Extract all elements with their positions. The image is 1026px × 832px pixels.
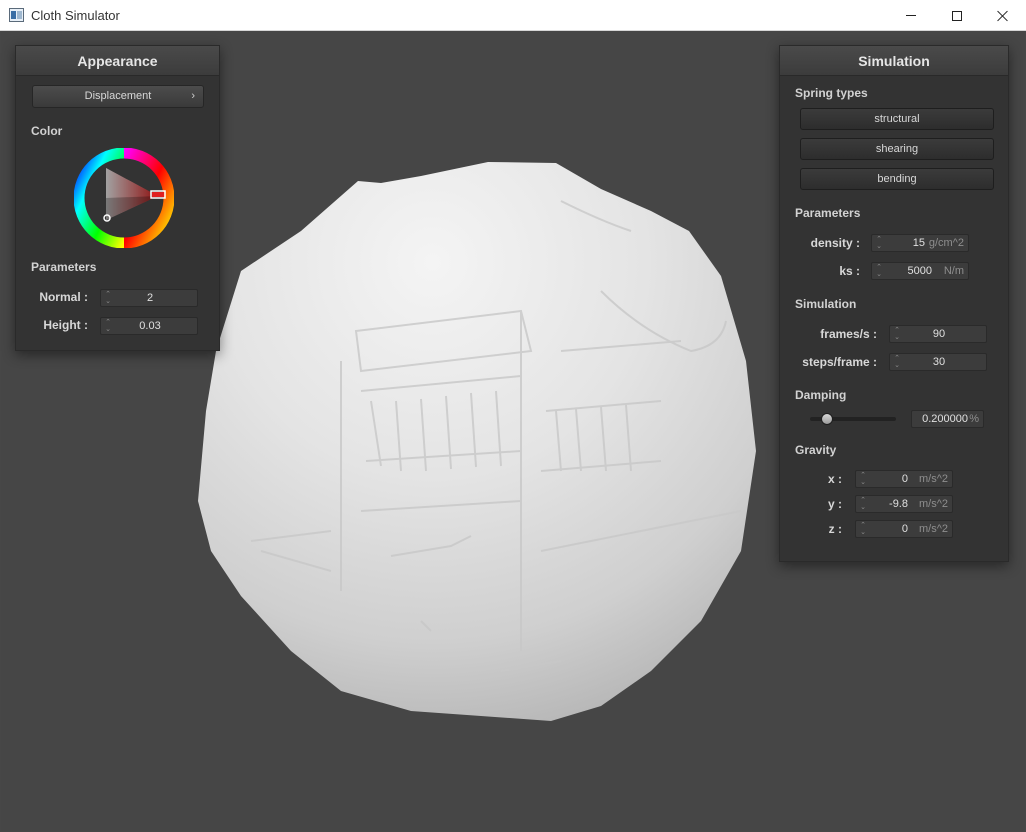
appearance-panel-title[interactable]: Appearance bbox=[16, 46, 219, 76]
simulation-panel: Simulation Spring types structural shear… bbox=[779, 45, 1009, 562]
maximize-button[interactable] bbox=[934, 0, 980, 31]
simulation-panel-title[interactable]: Simulation bbox=[780, 46, 1008, 76]
damping-input[interactable]: 0.200000 % bbox=[911, 410, 984, 428]
spinner-arrows-icon[interactable]: ⌃ ⌄ bbox=[859, 497, 867, 511]
close-button[interactable] bbox=[980, 0, 1026, 31]
minimize-icon bbox=[906, 15, 916, 16]
fps-input[interactable]: ⌃ ⌄ 90 bbox=[889, 325, 987, 343]
height-input[interactable]: ⌃ ⌄ 0.03 bbox=[100, 317, 198, 335]
close-icon bbox=[997, 10, 1009, 22]
simulation-section-label: Simulation bbox=[795, 297, 857, 311]
shader-dropdown-label: Displacement bbox=[84, 90, 152, 102]
spinner-arrows-icon[interactable]: ⌃ ⌄ bbox=[859, 472, 867, 486]
minimize-button[interactable] bbox=[888, 0, 934, 31]
gravity-x-input[interactable]: ⌃ ⌄ 0 m/s^2 bbox=[855, 470, 953, 488]
ks-input[interactable]: ⌃ ⌄ 5000 N/m bbox=[871, 262, 969, 280]
steps-label: steps/frame : bbox=[802, 355, 877, 369]
window-title: Cloth Simulator bbox=[31, 8, 120, 23]
color-wheel[interactable] bbox=[74, 148, 174, 248]
shader-dropdown-button[interactable]: Displacement › bbox=[32, 85, 204, 108]
damping-slider-knob[interactable] bbox=[821, 413, 834, 425]
normal-label: Normal : bbox=[39, 290, 88, 304]
gravity-z-label: z : bbox=[828, 522, 842, 536]
gravity-y-label: y : bbox=[827, 497, 842, 511]
spinner-arrows-icon[interactable]: ⌃ ⌄ bbox=[875, 236, 883, 250]
structural-button[interactable]: structural bbox=[800, 108, 994, 130]
normal-input[interactable]: ⌃ ⌄ 2 bbox=[100, 289, 198, 307]
density-input[interactable]: ⌃ ⌄ 15 g/cm^2 bbox=[871, 234, 969, 252]
gravity-label: Gravity bbox=[795, 443, 837, 457]
spinner-arrows-icon[interactable]: ⌃ ⌄ bbox=[859, 522, 867, 536]
gravity-x-label: x : bbox=[827, 472, 842, 486]
maximize-icon bbox=[952, 10, 962, 21]
gravity-y-input[interactable]: ⌃ ⌄ -9.8 m/s^2 bbox=[855, 495, 953, 513]
app-icon bbox=[9, 8, 24, 22]
appearance-parameters-label: Parameters bbox=[31, 260, 97, 274]
spring-types-label: Spring types bbox=[795, 86, 868, 100]
color-section-label: Color bbox=[31, 124, 63, 138]
fps-label: frames/s : bbox=[820, 327, 877, 341]
ks-label: ks : bbox=[839, 264, 860, 278]
height-label: Height : bbox=[43, 318, 88, 332]
gravity-z-input[interactable]: ⌃ ⌄ 0 m/s^2 bbox=[855, 520, 953, 538]
appearance-panel: Appearance Displacement › Color Paramete… bbox=[15, 45, 220, 351]
title-bar[interactable]: Cloth Simulator bbox=[0, 0, 1026, 31]
sim-parameters-label: Parameters bbox=[795, 206, 861, 220]
chevron-right-icon: › bbox=[191, 90, 195, 102]
shearing-button[interactable]: shearing bbox=[800, 138, 994, 160]
damping-label: Damping bbox=[795, 388, 847, 402]
bending-button[interactable]: bending bbox=[800, 168, 994, 190]
spinner-arrows-icon[interactable]: ⌃ ⌄ bbox=[875, 264, 883, 278]
steps-input[interactable]: ⌃ ⌄ 30 bbox=[889, 353, 987, 371]
density-label: density : bbox=[810, 236, 860, 250]
